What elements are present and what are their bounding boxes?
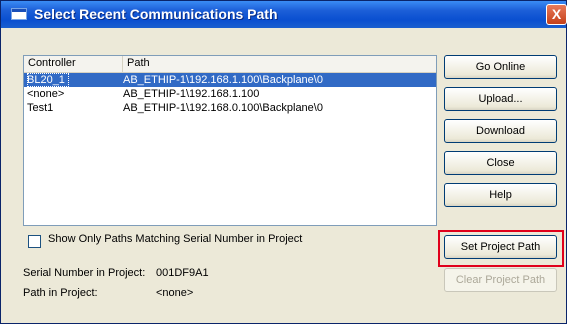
set-project-path-button[interactable]: Set Project Path (444, 235, 557, 259)
close-button[interactable]: Close (444, 151, 557, 175)
column-header-controller[interactable]: Controller (24, 56, 123, 72)
serial-filter-checkbox[interactable] (28, 235, 41, 248)
path-cell: AB_ETHIP-1\192.168.1.100\Backplane\0 (123, 74, 323, 86)
serial-number-value: 001DF9A1 (156, 267, 209, 279)
recent-paths-list[interactable]: Controller Path BL20_1 AB_ETHIP-1\192.16… (23, 55, 437, 226)
title-bar[interactable]: Select Recent Communications Path X (1, 1, 567, 28)
clear-project-path-button: Clear Project Path (444, 268, 557, 292)
path-cell: AB_ETHIP-1\192.168.1.100 (123, 88, 260, 100)
list-header: Controller Path (24, 56, 436, 73)
download-button[interactable]: Download (444, 119, 557, 143)
path-cell: AB_ETHIP-1\192.168.0.100\Backplane\0 (123, 102, 323, 114)
list-row[interactable]: <none> AB_ETHIP-1\192.168.1.100 (24, 87, 436, 101)
dialog-window: Select Recent Communications Path X Cont… (0, 0, 567, 324)
path-in-project-value: <none> (156, 287, 194, 299)
upload-button[interactable]: Upload... (444, 87, 557, 111)
serial-filter-label[interactable]: Show Only Paths Matching Serial Number i… (48, 233, 302, 245)
controller-cell: Test1 (27, 102, 54, 114)
go-online-button[interactable]: Go Online (444, 55, 557, 79)
close-window-button[interactable]: X (546, 4, 567, 25)
window-icon (11, 8, 27, 20)
column-header-path[interactable]: Path (123, 56, 436, 72)
path-in-project-label: Path in Project: (23, 287, 98, 299)
list-row[interactable]: BL20_1 AB_ETHIP-1\192.168.1.100\Backplan… (24, 73, 436, 87)
controller-cell: BL20_1 (27, 73, 69, 87)
dialog-title: Select Recent Communications Path (34, 6, 278, 22)
help-button[interactable]: Help (444, 183, 557, 207)
controller-cell: <none> (27, 88, 65, 100)
serial-number-label: Serial Number in Project: (23, 267, 146, 279)
list-row[interactable]: Test1 AB_ETHIP-1\192.168.0.100\Backplane… (24, 101, 436, 115)
